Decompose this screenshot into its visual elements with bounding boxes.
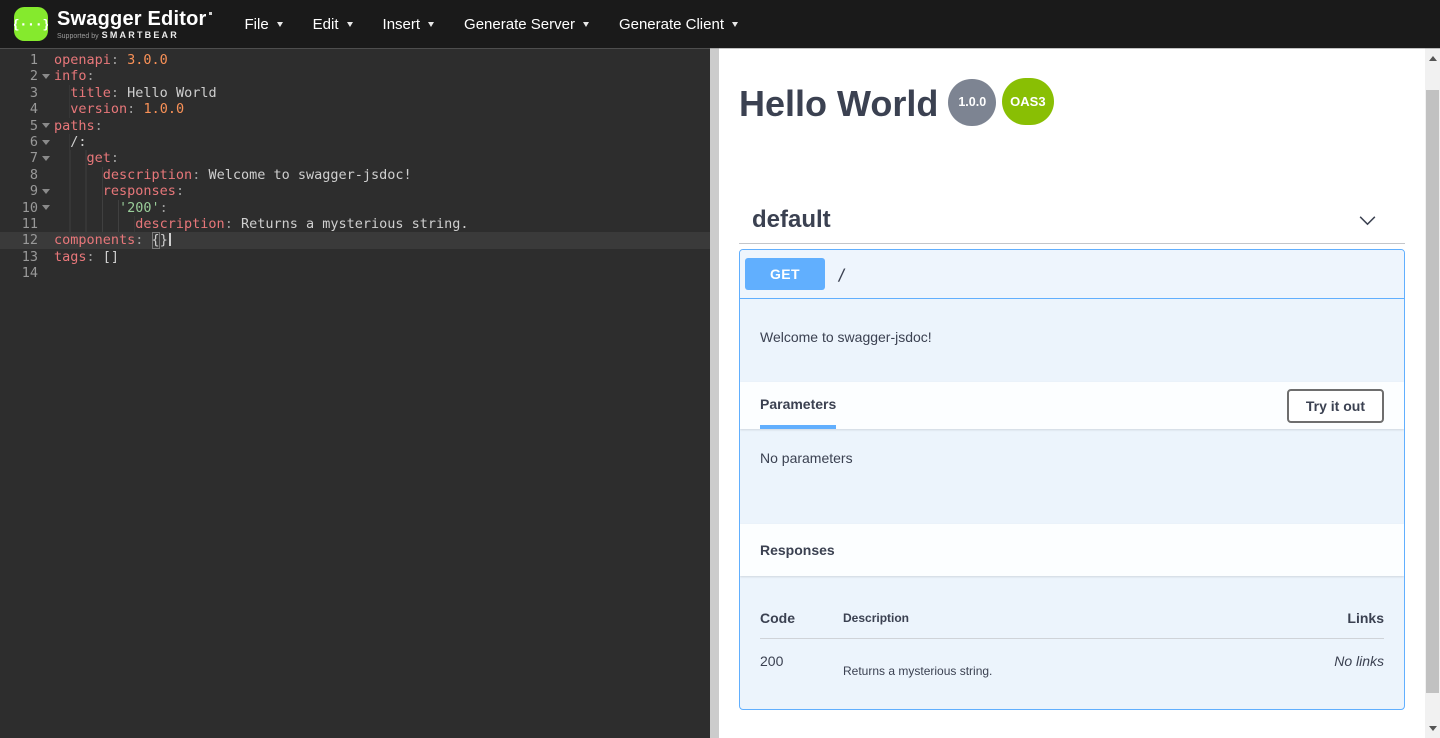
editor-line[interactable]: 14 [0, 265, 710, 281]
version-badge: 1.0.0 [948, 79, 996, 126]
line-number: 8 [0, 167, 38, 183]
app-title: Swagger Editor [57, 9, 212, 29]
editor-line[interactable]: 5 paths: [0, 118, 710, 134]
line-number: 7 [0, 150, 38, 166]
fold-arrow-icon[interactable] [42, 123, 50, 128]
responses-section-header: Responses [740, 524, 1404, 576]
editor-line[interactable]: 1 openapi: 3.0.0 [0, 52, 710, 68]
line-number: 12 [0, 232, 38, 248]
menu-file[interactable]: File [230, 0, 298, 48]
editor-line[interactable]: 4 version: 1.0.0 [0, 101, 710, 117]
try-it-out-button[interactable]: Try it out [1287, 389, 1384, 423]
swagger-ui-preview: Hello World1.0.0OAS3 default GET / Welco… [719, 48, 1425, 738]
fold-arrow-icon[interactable] [42, 205, 50, 210]
swagger-logo-icon: {···} [14, 7, 48, 41]
response-description: Returns a mysterious string. [843, 653, 1254, 679]
editor-line[interactable]: 2 info: [0, 68, 710, 84]
editor-line[interactable]: 6 /: [0, 134, 710, 150]
operation-description: Welcome to swagger-jsdoc! [740, 299, 1404, 382]
responses-table-header: Code Description Links [760, 610, 1384, 639]
text-cursor [169, 233, 171, 246]
brand-link[interactable]: {···} Swagger Editor Supported bySMARTBE… [14, 7, 212, 41]
line-number: 10 [0, 200, 38, 216]
api-title: Hello World1.0.0OAS3 [739, 83, 1405, 136]
method-badge: GET [745, 258, 825, 290]
line-number: 2 [0, 68, 38, 84]
caret-down-icon [583, 22, 589, 27]
tab-parameters[interactable]: Parameters [760, 382, 836, 429]
svg-text:{···}: {···} [14, 18, 48, 33]
editor-line[interactable]: 8 description: Welcome to swagger-jsdoc! [0, 167, 710, 183]
opblock-get: GET / Welcome to swagger-jsdoc! Paramete… [739, 249, 1405, 710]
fold-arrow-icon[interactable] [42, 156, 50, 161]
brand-tagline: Supported bySMARTBEAR [57, 31, 212, 40]
line-number: 6 [0, 134, 38, 150]
oas3-badge: OAS3 [1002, 78, 1053, 125]
tag-name: default [752, 206, 831, 234]
response-links: No links [1254, 653, 1384, 679]
caret-down-icon [347, 22, 353, 27]
scroll-down-icon[interactable] [1429, 726, 1437, 731]
smartbear-logo: SMARTBEAR [102, 30, 179, 40]
responses-title: Responses [760, 542, 835, 558]
line-number: 13 [0, 249, 38, 265]
editor-line[interactable]: 10 '200': [0, 200, 710, 216]
operation-summary[interactable]: GET / [740, 250, 1404, 299]
scrollbar-thumb[interactable] [1426, 90, 1439, 693]
line-number: 9 [0, 183, 38, 199]
editor-line[interactable]: 7 get: [0, 150, 710, 166]
editor-line-active[interactable]: 12 components: {} [0, 232, 710, 248]
line-number: 4 [0, 101, 38, 117]
chevron-down-icon[interactable] [1357, 210, 1378, 231]
header-code: Code [760, 610, 843, 626]
line-number: 14 [0, 265, 38, 281]
pane-splitter[interactable] [710, 48, 719, 738]
code-editor[interactable]: 1 openapi: 3.0.0 2 info: 3 title: Hello … [0, 48, 710, 738]
operation-path: / [837, 265, 847, 284]
header-links: Links [1254, 610, 1384, 626]
fold-arrow-icon[interactable] [42, 74, 50, 79]
menu-insert[interactable]: Insert [368, 0, 450, 48]
menu-edit[interactable]: Edit [298, 0, 368, 48]
line-number: 11 [0, 216, 38, 232]
caret-down-icon [277, 22, 283, 27]
menu-generate-client[interactable]: Generate Client [604, 0, 753, 48]
menu-generate-server[interactable]: Generate Server [449, 0, 604, 48]
scroll-up-icon[interactable] [1429, 56, 1437, 61]
editor-line[interactable]: 11 description: Returns a mysterious str… [0, 216, 710, 232]
line-number: 1 [0, 52, 38, 68]
fold-arrow-icon[interactable] [42, 140, 50, 145]
scrollbar[interactable] [1425, 48, 1440, 738]
line-number: 5 [0, 118, 38, 134]
responses-table: Code Description Links 200 Returns a mys… [740, 576, 1404, 709]
parameters-body: No parameters [740, 429, 1404, 524]
header-description: Description [843, 610, 1254, 626]
matched-bracket: { [152, 232, 160, 248]
no-parameters-text: No parameters [760, 450, 853, 466]
response-code: 200 [760, 653, 843, 679]
editor-line[interactable]: 13 tags: [] [0, 249, 710, 265]
parameters-section-header: Parameters Try it out [740, 382, 1404, 429]
fold-arrow-icon[interactable] [42, 189, 50, 194]
menu-bar: File Edit Insert Generate Server Generat… [230, 0, 754, 48]
topbar: {···} Swagger Editor Supported bySMARTBE… [0, 0, 1440, 48]
line-number: 3 [0, 85, 38, 101]
caret-down-icon [732, 22, 738, 27]
editor-line[interactable]: 9 responses: [0, 183, 710, 199]
editor-line[interactable]: 3 title: Hello World [0, 85, 710, 101]
caret-down-icon [428, 22, 434, 27]
tag-section-default[interactable]: default [739, 197, 1405, 244]
response-row: 200 Returns a mysterious string. No link… [760, 639, 1384, 679]
